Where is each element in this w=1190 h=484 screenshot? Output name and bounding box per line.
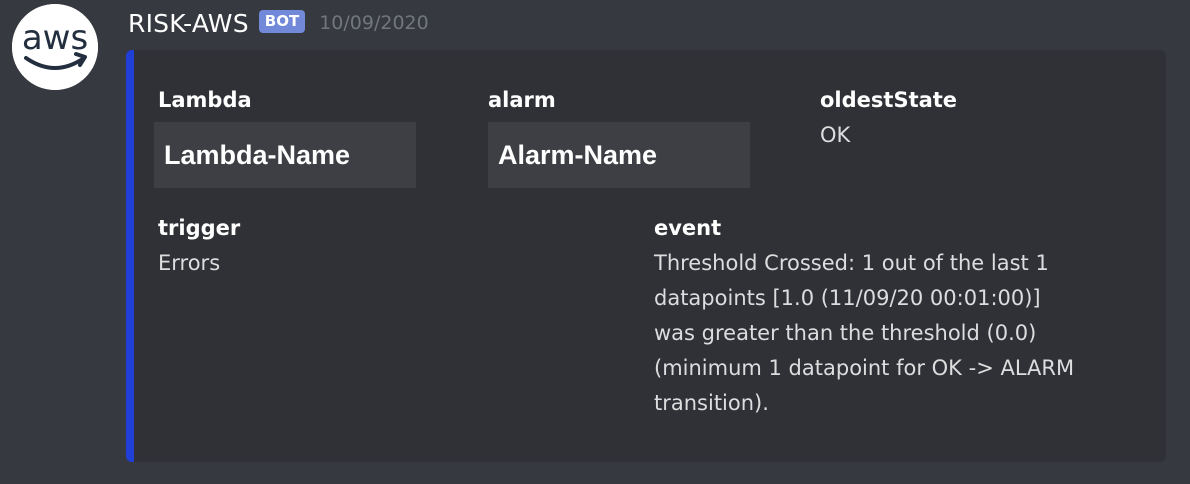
embed-card: Lambda Lambda-Name alarm Alarm-Name olde… <box>126 50 1166 462</box>
aws-logo-icon: aws <box>12 4 98 90</box>
event-line: transition). <box>654 391 769 415</box>
event-line: Threshold Crossed: 1 out of the last 1 <box>654 251 1049 275</box>
field-name-event: event <box>654 216 722 240</box>
field-name-lambda: Lambda <box>158 88 252 112</box>
message-header: RISK-AWS BOT 10/09/2020 <box>128 6 429 40</box>
field-value-event: Threshold Crossed: 1 out of the last 1 d… <box>654 246 1154 421</box>
field-value-lambda: Lambda-Name <box>154 122 416 188</box>
field-name-oldest-state: oldestState <box>820 88 958 112</box>
field-value-oldest-state: OK <box>820 123 851 147</box>
event-line: datapoints [1.0 (11/09/20 00:01:00)] <box>654 286 1041 310</box>
event-line: (minimum 1 datapoint for OK -> ALARM <box>654 356 1075 380</box>
field-event: event Threshold Crossed: 1 out of the la… <box>654 214 1154 421</box>
field-name-trigger: trigger <box>158 216 241 240</box>
message-timestamp: 10/09/2020 <box>319 12 429 34</box>
bot-badge: BOT <box>258 9 306 33</box>
field-name-alarm: alarm <box>488 88 556 112</box>
embed-accent-bar <box>126 50 134 462</box>
bot-avatar[interactable]: aws <box>12 4 98 90</box>
chat-message: aws RISK-AWS BOT 10/09/2020 Lambda Lambd… <box>0 0 1190 484</box>
field-value-trigger: Errors <box>158 251 221 275</box>
field-oldest-state: oldestState OK <box>820 86 957 153</box>
svg-text:aws: aws <box>22 18 88 58</box>
field-value-alarm: Alarm-Name <box>488 122 750 188</box>
field-alarm: alarm <box>488 86 556 114</box>
field-trigger: trigger Errors <box>158 214 240 281</box>
author-name[interactable]: RISK-AWS <box>128 9 249 38</box>
event-line: was greater than the threshold (0.0) <box>654 321 1037 345</box>
field-lambda: Lambda <box>158 86 252 114</box>
